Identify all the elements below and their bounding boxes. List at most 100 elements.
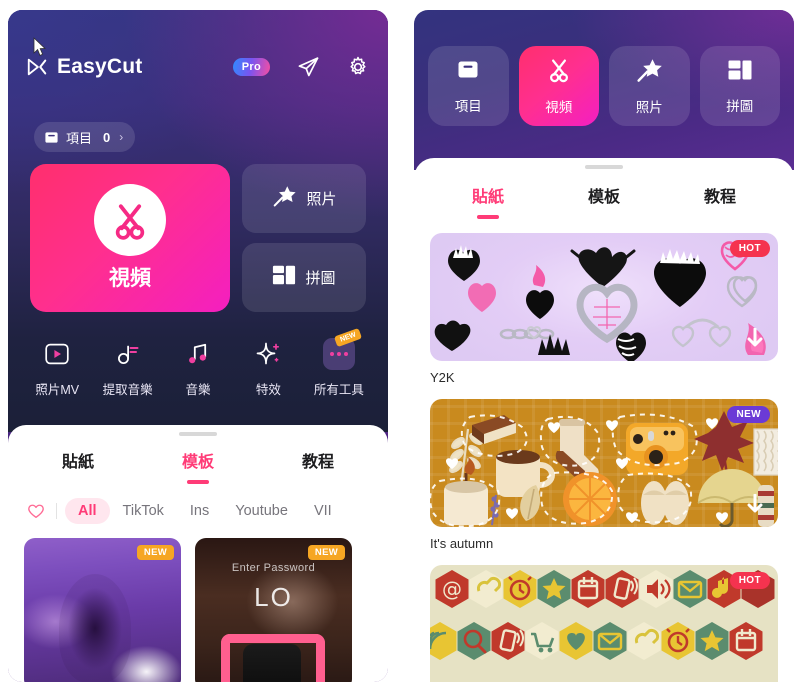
- nav-label: 照片: [635, 100, 663, 115]
- sticker-pack-y2k[interactable]: HOT Y2K: [414, 232, 794, 385]
- chip-all[interactable]: All: [65, 497, 110, 524]
- hero-collage-label: 拼圖: [305, 270, 336, 287]
- tab-stickers[interactable]: 貼紙: [430, 183, 546, 219]
- tab-label: 貼紙: [61, 454, 94, 471]
- right-bottom-sheet: 貼紙 模板 教程 HOT Y2K NEW It's autumn @ HOT: [414, 158, 794, 682]
- chip-ins[interactable]: Ins: [177, 498, 222, 524]
- heart-outline-icon[interactable]: [22, 502, 50, 520]
- project-count: 0: [103, 129, 111, 145]
- collage-grid-icon: [272, 263, 296, 292]
- tab-label: 模板: [181, 454, 214, 471]
- music-note-icon: [182, 338, 214, 370]
- tool-label: 照片MV: [35, 383, 80, 397]
- svg-text:@: @: [442, 577, 462, 601]
- new-badge: NEW: [727, 405, 770, 423]
- template-overlay-title: LO: [254, 581, 293, 612]
- music-extract-icon: [112, 338, 144, 370]
- chip-tiktok[interactable]: TikTok: [110, 498, 177, 524]
- nav-item-photo[interactable]: 照片: [609, 46, 690, 126]
- project-label: 項目: [66, 130, 93, 146]
- tab-templates[interactable]: 模板: [546, 183, 662, 219]
- hero-photo-card[interactable]: 照片: [242, 164, 366, 233]
- pro-badge[interactable]: Pro: [232, 58, 270, 76]
- left-sheet-tabs: 貼紙 模板 教程: [8, 448, 388, 484]
- right-phone-panel: 項目 視頻 照片 拼圖 貼紙 模板 教程 HOT Y2K NEW It's au…: [414, 10, 794, 682]
- screenshot-stage: EasyCut Pro 項目 0 › 視頻 照片 拼圖 照片MV 提取音樂 音樂…: [0, 0, 801, 692]
- send-plane-icon[interactable]: [296, 55, 320, 79]
- template-overlay-sub: Enter Password: [231, 561, 316, 574]
- left-phone-panel: EasyCut Pro 項目 0 › 視頻 照片 拼圖 照片MV 提取音樂 音樂…: [8, 10, 388, 682]
- sheet-grabber[interactable]: [179, 432, 217, 436]
- tools-row: 照片MV 提取音樂 音樂 特效 NEW 所有工具: [22, 327, 374, 398]
- tool-extract-music[interactable]: 提取音樂: [92, 338, 162, 398]
- magic-wand-star-icon: [635, 56, 663, 89]
- tab-underline: [187, 480, 209, 484]
- tool-label: 提取音樂: [102, 383, 153, 397]
- chevron-right-icon: ›: [119, 130, 124, 144]
- sparkle-icon: [252, 338, 284, 370]
- template-card[interactable]: Enter Password LO NEW: [195, 537, 352, 682]
- new-badge: NEW: [136, 544, 174, 560]
- more-dots-icon: NEW: [322, 327, 363, 370]
- gear-icon[interactable]: [346, 55, 370, 79]
- play-frame-icon: [41, 338, 73, 370]
- download-arrow-icon[interactable]: [746, 327, 764, 355]
- sheet-grabber[interactable]: [585, 165, 623, 169]
- tab-tutorials[interactable]: 教程: [258, 448, 378, 484]
- sticker-pack-preview: @ HOT: [430, 564, 778, 682]
- sticker-pack-preview: HOT: [430, 232, 778, 361]
- brand: EasyCut: [26, 55, 142, 79]
- template-card[interactable]: NEW: [24, 537, 181, 682]
- tool-label: 特效: [255, 383, 281, 397]
- template-grid: NEW Enter Password LO NEW: [8, 524, 388, 682]
- chip-divider: [56, 502, 57, 519]
- nav-item-collage[interactable]: 拼圖: [699, 46, 780, 126]
- collage-grid-icon: [727, 57, 753, 88]
- project-pill[interactable]: 項目 0 ›: [34, 122, 136, 152]
- sticker-pack-preview: NEW: [430, 398, 778, 527]
- magic-wand-star-icon: [271, 183, 297, 214]
- scissors-icon: [94, 184, 166, 256]
- filter-chip-row: All TikTok Ins Youtube VII: [8, 497, 388, 524]
- hero-action-cards: 視頻 照片 拼圖: [30, 164, 366, 312]
- hero-video-card[interactable]: 視頻: [30, 164, 230, 312]
- tab-tutorials[interactable]: 教程: [662, 183, 778, 219]
- easycut-logo-icon: [26, 56, 48, 78]
- tool-label: 所有工具: [313, 383, 364, 397]
- hot-badge: HOT: [729, 239, 770, 257]
- chip-vii[interactable]: VII: [301, 498, 345, 524]
- download-arrow-icon[interactable]: [746, 493, 764, 521]
- app-header: EasyCut Pro: [8, 46, 388, 88]
- nav-item-project[interactable]: 項目: [428, 46, 509, 126]
- sticker-pack-hex-icons[interactable]: @ HOT: [414, 564, 794, 682]
- hero-photo-label: 照片: [306, 191, 337, 208]
- hero-video-label: 視頻: [109, 267, 151, 290]
- left-bottom-sheet: 貼紙 模板 教程 All TikTok Ins Youtube VII NEW …: [8, 425, 388, 682]
- tab-templates[interactable]: 模板: [138, 448, 258, 484]
- hero-collage-card[interactable]: 拼圖: [242, 243, 366, 312]
- scissors-icon: [545, 56, 573, 89]
- sticker-pack-name: It's autumn: [430, 535, 494, 551]
- tool-music[interactable]: 音樂: [163, 338, 233, 398]
- tool-all-tools[interactable]: NEW 所有工具: [304, 327, 374, 398]
- nav-label: 拼圖: [726, 99, 754, 114]
- right-nav-row: 項目 視頻 照片 拼圖: [428, 46, 780, 126]
- sticker-pack-autumn[interactable]: NEW It's autumn: [414, 398, 794, 551]
- header-actions: Pro: [232, 55, 370, 79]
- hot-badge: HOT: [729, 571, 770, 589]
- right-sheet-tabs: 貼紙 模板 教程: [414, 183, 794, 219]
- tab-label: 模板: [587, 189, 620, 206]
- nav-item-video[interactable]: 視頻: [518, 46, 599, 126]
- tab-label: 教程: [703, 189, 736, 206]
- sticker-pack-name: Y2K: [430, 369, 455, 385]
- tool-label: 音樂: [185, 383, 211, 397]
- tool-photo-mv[interactable]: 照片MV: [22, 338, 92, 398]
- template-frame-decor: [221, 633, 325, 682]
- folder-icon: [455, 57, 481, 88]
- tool-effects[interactable]: 特效: [233, 338, 303, 398]
- nav-label: 視頻: [545, 100, 573, 115]
- chip-youtube[interactable]: Youtube: [222, 498, 301, 524]
- new-badge: NEW: [307, 544, 345, 560]
- app-title: EasyCut: [57, 55, 143, 78]
- tab-stickers[interactable]: 貼紙: [18, 448, 138, 484]
